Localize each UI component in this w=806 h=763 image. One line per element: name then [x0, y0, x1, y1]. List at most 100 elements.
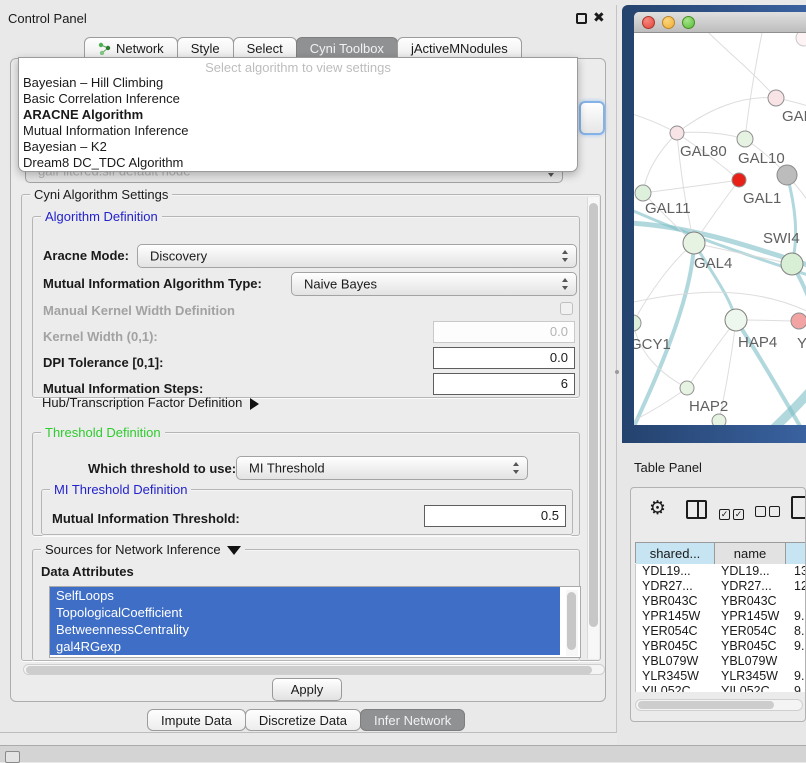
checked-columns-icon[interactable]: ✓✓	[719, 504, 747, 522]
node-swi4[interactable]	[781, 253, 803, 275]
minimize-traffic-light-icon[interactable]	[662, 16, 675, 29]
gear-icon[interactable]: ⚙	[649, 497, 666, 520]
close-icon[interactable]: ✖	[593, 9, 605, 26]
node-gal80[interactable]	[670, 126, 684, 140]
node-gal11[interactable]	[635, 185, 651, 201]
node-pink-top[interactable]	[768, 90, 784, 106]
attribute-item-gal4rgexp[interactable]: gal4RGexp	[50, 638, 560, 655]
mi-steps-field[interactable]: 6	[433, 373, 575, 395]
tab-jactivemnodules[interactable]: jActiveMNodules	[397, 37, 522, 59]
tab-select[interactable]: Select	[233, 37, 297, 59]
network-edge[interactable]	[634, 323, 687, 388]
column-header-a[interactable]: A	[786, 543, 806, 564]
scrollbar-thumb[interactable]	[26, 666, 592, 674]
table-row[interactable]: YER054CYER054C8.	[636, 624, 806, 639]
list-vertical-scrollbar[interactable]	[566, 590, 578, 656]
algorithm-item-bayesian-hill-climbing[interactable]: Bayesian – Hill Climbing	[19, 75, 577, 91]
network-window-titlebar[interactable]	[634, 12, 806, 33]
table-row[interactable]: YPR145WYPR145W9.	[636, 609, 806, 624]
network-edge[interactable]	[787, 175, 796, 264]
tab-style[interactable]: Style	[177, 37, 234, 59]
node-top-corner[interactable]	[796, 33, 806, 46]
tab-discretize-data[interactable]: Discretize Data	[245, 709, 361, 731]
network-edge[interactable]	[745, 33, 762, 139]
node-salmon[interactable]	[791, 313, 806, 329]
node-gal10[interactable]	[737, 131, 753, 147]
settings-vertical-scrollbar[interactable]	[587, 197, 599, 659]
algorithm-item-aracne-algorithm[interactable]: ARACNE Algorithm	[19, 107, 577, 123]
column-header-name[interactable]: name	[715, 543, 786, 564]
node-gal1[interactable]	[732, 173, 746, 187]
network-edge[interactable]	[677, 132, 745, 139]
aracne-mode-combo[interactable]: Discovery	[137, 244, 577, 268]
tab-cyni-toolbox[interactable]: Cyni Toolbox	[296, 37, 398, 59]
table-row[interactable]: YBL079WYBL079W	[636, 654, 806, 669]
dpi-tolerance-field[interactable]: 0.0	[433, 347, 575, 369]
float-icon[interactable]	[576, 13, 587, 24]
table-panel-box: ⚙ ✓✓ shared...nameA YDL19...YDL19...13YD…	[630, 487, 806, 722]
hub-section-toggle[interactable]: Hub/Transcription Factor Definition	[42, 395, 259, 410]
table-row[interactable]: YDR27...YDR27...12	[636, 579, 806, 594]
column-header-shared[interactable]: shared...	[636, 543, 715, 564]
table-row[interactable]: YIL052CYIL052C9	[636, 684, 806, 692]
network-edge[interactable]	[643, 133, 677, 193]
tab-impute-data[interactable]: Impute Data	[147, 709, 246, 731]
kernel-width-field[interactable]: 0.0	[433, 321, 575, 343]
table-horizontal-scrollbar[interactable]	[635, 699, 803, 711]
node-bottom[interactable]	[712, 414, 726, 425]
algorithm-item-dream8-dc-tdc-algorithm[interactable]: Dream8 DC_TDC Algorithm	[19, 155, 577, 171]
network-edge[interactable]	[709, 33, 776, 98]
tab-label: Style	[191, 41, 220, 56]
settings-horizontal-scrollbar[interactable]	[23, 664, 605, 675]
table-row[interactable]: YBR043CYBR043C	[636, 594, 806, 609]
attribute-item-betweennesscentrality[interactable]: BetweennessCentrality	[50, 621, 560, 638]
sources-title[interactable]: Sources for Network Inference	[41, 542, 245, 557]
scrollbar-thumb[interactable]	[638, 701, 774, 709]
algorithm-item-bayesian-k2[interactable]: Bayesian – K2	[19, 139, 577, 155]
mi-steps-label: Mutual Information Steps:	[43, 381, 203, 396]
network-edge[interactable]	[643, 180, 739, 193]
data-attributes-list[interactable]: SelfLoopsTopologicalCoefficientBetweenne…	[49, 586, 581, 658]
network-edge[interactable]	[694, 180, 739, 243]
network-edge[interactable]	[634, 292, 806, 313]
node-gal4[interactable]	[683, 232, 705, 254]
algorithm-item-mutual-information-inference[interactable]: Mutual Information Inference	[19, 123, 577, 139]
attribute-item-selfloops[interactable]: SelfLoops	[50, 587, 560, 604]
panel-splitter-handle[interactable]	[615, 370, 619, 374]
split-columns-icon[interactable]	[686, 500, 707, 519]
manual-kernel-checkbox[interactable]	[560, 302, 573, 315]
scrollbar-thumb[interactable]	[589, 203, 598, 627]
network-canvas[interactable]: GALGAL80GAL10GAL1GAL11SWI4GAL4GCY1HAP4YH…	[634, 33, 806, 425]
close-traffic-light-icon[interactable]	[642, 16, 655, 29]
node-hap2[interactable]	[680, 381, 694, 395]
node-gray[interactable]	[777, 165, 797, 185]
table-row[interactable]: YLR345WYLR345W9.	[636, 669, 806, 684]
unchecked-columns-icon[interactable]	[755, 504, 783, 522]
which-threshold-combo[interactable]: MI Threshold	[236, 456, 528, 480]
mi-type-combo[interactable]: Naive Bayes	[291, 272, 577, 296]
tab-network[interactable]: Network	[84, 37, 178, 59]
page-icon[interactable]	[791, 496, 806, 519]
tab-label: Impute Data	[161, 713, 232, 728]
tab-infer-network[interactable]: Infer Network	[360, 709, 465, 731]
zoom-traffic-light-icon[interactable]	[682, 16, 695, 29]
algorithm-combo-focus-fragment[interactable]	[579, 101, 605, 135]
network-edge[interactable]	[687, 320, 736, 388]
algorithm-item-basic-correlation-inference[interactable]: Basic Correlation Inference	[19, 91, 577, 107]
table-row[interactable]: YDL19...YDL19...13	[636, 564, 806, 579]
control-panel-titlebar[interactable]: Control Panel ✖	[0, 5, 616, 31]
scrollbar-thumb[interactable]	[567, 592, 576, 650]
network-edge[interactable]	[634, 243, 694, 425]
data-attributes-label: Data Attributes	[41, 564, 134, 579]
network-edge[interactable]	[634, 243, 694, 323]
unchecked-box-icon	[755, 506, 766, 517]
minimized-window-icon[interactable]	[5, 751, 20, 763]
mi-threshold-field[interactable]: 0.5	[424, 505, 566, 527]
attribute-item-topologicalcoefficient[interactable]: TopologicalCoefficient	[50, 604, 560, 621]
table-panel-title: Table Panel	[634, 460, 702, 475]
node-gcy1[interactable]	[634, 315, 641, 331]
table-row[interactable]: YBR045CYBR045C9.	[636, 639, 806, 654]
apply-button[interactable]: Apply	[272, 678, 342, 701]
network-edge[interactable]	[677, 98, 776, 133]
node-hap4[interactable]	[725, 309, 747, 331]
